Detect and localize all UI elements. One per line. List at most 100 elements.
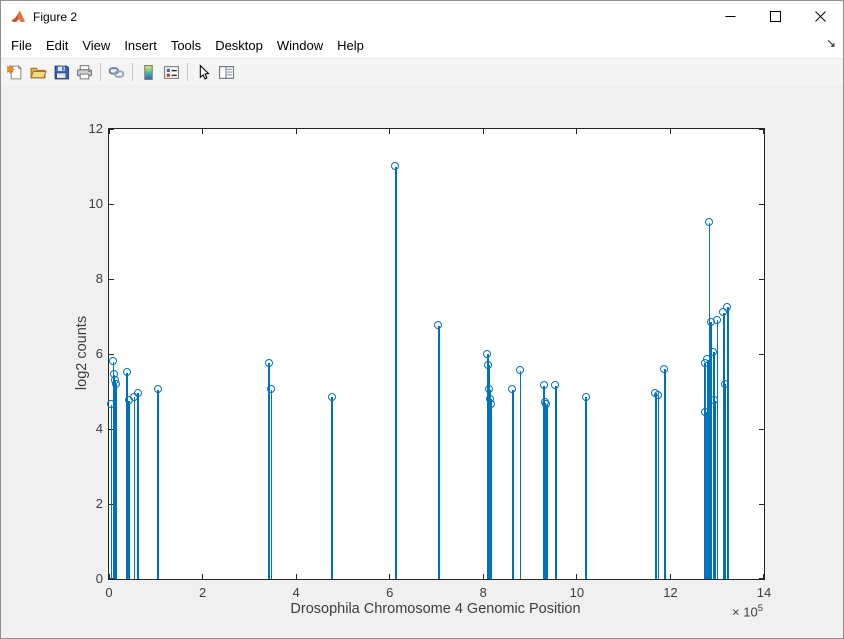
x-tick-label: 4	[274, 585, 318, 600]
stem	[134, 397, 136, 579]
x-tick-label: 10	[555, 585, 599, 600]
x-tick	[576, 574, 577, 579]
menu-window[interactable]: Window	[270, 35, 330, 56]
stem-marker	[391, 162, 399, 170]
y-tick	[109, 279, 114, 280]
maximize-button[interactable]	[753, 1, 798, 32]
edit-plot-button[interactable]	[192, 61, 215, 83]
figure-canvas: 02468101214024681012 log2 counts Drosoph…	[1, 85, 843, 638]
toolbar-separator	[132, 63, 133, 81]
stem	[331, 397, 333, 579]
x-tick-top	[576, 129, 577, 134]
toolbar-separator	[100, 63, 101, 81]
stem	[520, 371, 522, 579]
x-tick-top	[483, 129, 484, 134]
dock-figure-arrow-icon[interactable]: ↘	[826, 37, 836, 49]
stem-marker	[123, 368, 131, 376]
stem	[585, 397, 587, 579]
x-tick-label: 6	[368, 585, 412, 600]
x-tick-label: 8	[461, 585, 505, 600]
stem-marker	[721, 380, 729, 388]
property-inspector-button[interactable]	[215, 61, 238, 83]
x-tick-label: 0	[87, 585, 131, 600]
print-figure-button[interactable]	[73, 61, 96, 83]
x-tick	[296, 574, 297, 579]
stem-marker	[723, 303, 731, 311]
menu-view[interactable]: View	[75, 35, 117, 56]
cursor-arrow-icon	[195, 64, 212, 81]
printer-icon	[76, 64, 93, 81]
stem	[727, 307, 729, 579]
stem	[658, 395, 660, 579]
x-tick-top	[202, 129, 203, 134]
y-tick-label: 0	[67, 571, 103, 587]
y-tick-label: 4	[67, 421, 103, 437]
insert-legend-button[interactable]	[160, 61, 183, 83]
x-tick-top	[296, 129, 297, 134]
stem-marker	[154, 385, 162, 393]
y-tick	[109, 354, 114, 355]
stem-marker	[434, 321, 442, 329]
y-axis-label: log2 counts	[74, 316, 90, 390]
menu-tools[interactable]: Tools	[164, 35, 208, 56]
y-tick-right	[759, 279, 764, 280]
axes[interactable]: 02468101214024681012	[108, 128, 765, 580]
stem	[491, 405, 493, 579]
open-file-button[interactable]	[27, 61, 50, 83]
save-figure-button[interactable]	[50, 61, 73, 83]
y-tick-right	[759, 129, 764, 130]
y-tick-right	[759, 354, 764, 355]
minimize-icon	[725, 11, 736, 22]
menu-bar: File Edit View Insert Tools Desktop Wind…	[1, 32, 843, 58]
minimize-button[interactable]	[708, 1, 753, 32]
stem-marker	[134, 389, 142, 397]
stem	[555, 386, 557, 579]
title-bar[interactable]: Figure 2	[1, 1, 843, 32]
y-tick	[109, 204, 114, 205]
stem	[717, 320, 719, 579]
menu-desktop[interactable]: Desktop	[208, 35, 270, 56]
link-icon	[108, 64, 125, 81]
stem-marker	[328, 393, 336, 401]
x-tick-label: 14	[742, 585, 786, 600]
stem-marker	[516, 366, 524, 374]
figure-window: Figure 2 File Edit View	[0, 0, 844, 639]
open-folder-icon	[30, 64, 47, 81]
link-plot-button[interactable]	[105, 61, 128, 83]
stem	[116, 384, 118, 579]
stem-marker	[713, 316, 721, 324]
stem-marker	[542, 400, 550, 408]
x-tick-label: 12	[648, 585, 692, 600]
new-figure-icon	[7, 64, 24, 81]
stem	[111, 405, 113, 579]
toolbar-separator	[187, 63, 188, 81]
menu-file[interactable]: File	[4, 35, 39, 56]
stem-marker	[484, 361, 492, 369]
stem-marker	[112, 380, 120, 388]
stem	[714, 401, 716, 579]
legend-icon	[163, 64, 180, 81]
stem	[268, 363, 270, 579]
new-figure-button[interactable]	[4, 61, 27, 83]
y-tick-right	[759, 578, 764, 579]
stem-marker	[582, 393, 590, 401]
menu-edit[interactable]: Edit	[39, 35, 75, 56]
stem	[546, 405, 548, 579]
stem-marker	[485, 385, 493, 393]
stem-marker	[483, 350, 491, 358]
x-tick	[670, 574, 671, 579]
insert-colorbar-button[interactable]	[137, 61, 160, 83]
stem-marker	[508, 385, 516, 393]
x-tick	[389, 574, 390, 579]
menu-insert[interactable]: Insert	[117, 35, 164, 56]
stem-marker	[265, 359, 273, 367]
window-controls	[708, 1, 843, 32]
y-tick-right	[759, 504, 764, 505]
x-tick	[483, 574, 484, 579]
stem-marker	[107, 400, 115, 408]
y-tick-right	[759, 429, 764, 430]
stem-marker	[540, 381, 548, 389]
close-button[interactable]	[798, 1, 843, 32]
stem-marker	[654, 391, 662, 399]
menu-help[interactable]: Help	[330, 35, 371, 56]
